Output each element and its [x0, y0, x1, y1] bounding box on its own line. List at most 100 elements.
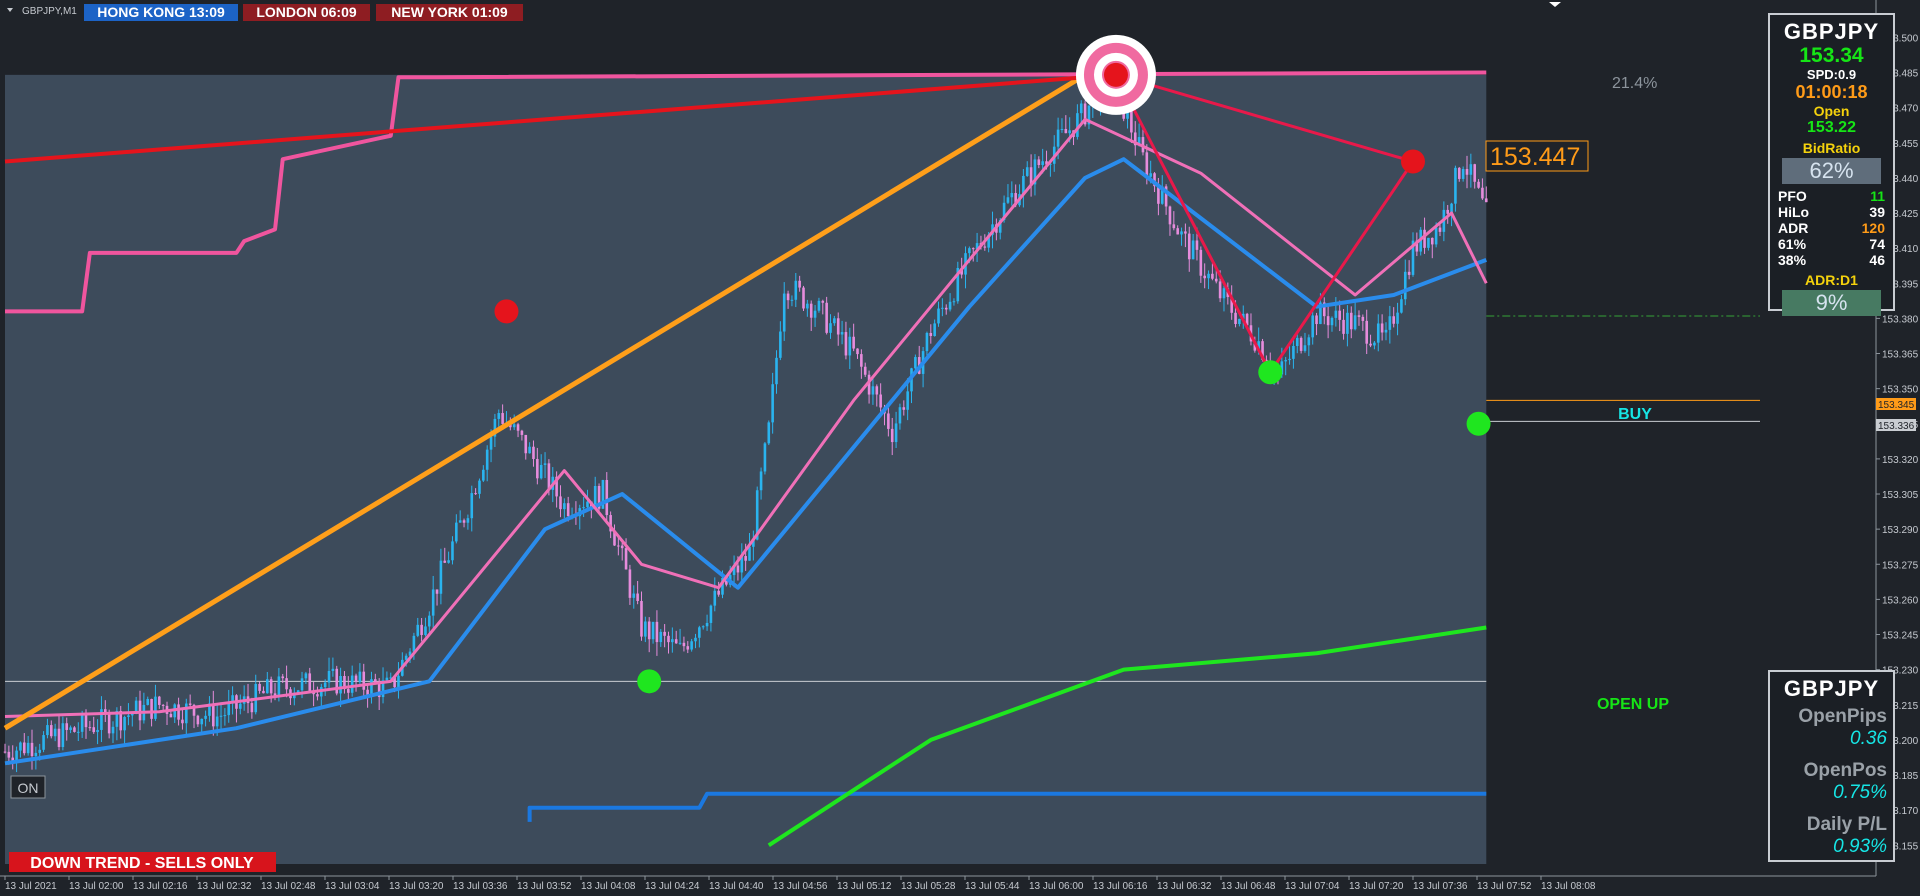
candle-body: [61, 723, 65, 748]
candle-body: [1214, 278, 1218, 282]
symbol-label: GBPJPY,M1: [22, 6, 77, 17]
info-stat-row: ADR 120: [1776, 220, 1887, 236]
candle-body: [1326, 316, 1330, 326]
candle-body: [420, 624, 423, 635]
candle-body: [169, 713, 173, 718]
open-up-label: OPEN UP: [1597, 696, 1669, 713]
candle-body: [617, 545, 620, 547]
x-tick-label: 13 Jul 04:40: [709, 881, 764, 892]
high-marker: [1400, 149, 1425, 174]
candle-body: [782, 293, 786, 332]
candle-body: [347, 689, 350, 693]
candle-body: [1168, 206, 1172, 225]
candle-body: [786, 293, 790, 301]
candle-body: [435, 589, 439, 594]
candle-body: [339, 675, 342, 694]
candle-body: [431, 589, 435, 616]
candle-body: [840, 332, 844, 335]
candle-body: [671, 639, 674, 643]
candle-body: [350, 675, 354, 693]
candle-body: [1427, 237, 1430, 248]
position-symbol: GBPJPY: [1783, 676, 1880, 701]
candle-body: [428, 615, 431, 627]
candle-body: [1199, 249, 1203, 276]
candle-body: [1130, 110, 1133, 133]
candle-body: [1299, 337, 1303, 351]
candle-body: [678, 642, 682, 644]
price-tag-2: 153.336: [1878, 421, 1915, 432]
candle-body: [1481, 187, 1484, 199]
candle-body: [478, 480, 481, 494]
y-tick-label: 153.380: [1882, 314, 1919, 325]
candle-body: [1041, 161, 1044, 165]
candle-body: [300, 678, 304, 691]
candle-body: [262, 690, 265, 694]
candle-body: [1076, 113, 1079, 137]
candle-body: [1288, 358, 1291, 361]
candle-body: [1006, 197, 1010, 203]
candle-body: [458, 520, 462, 523]
candle-body: [836, 318, 840, 335]
candle-body: [1176, 228, 1179, 235]
candle-body: [358, 671, 362, 682]
candle-body: [1400, 299, 1403, 313]
x-tick-label: 13 Jul 04:08: [581, 881, 636, 892]
candle-body: [127, 715, 130, 717]
x-tick-label: 13 Jul 04:56: [773, 881, 828, 892]
candle-body: [1365, 320, 1368, 344]
candle-body: [813, 310, 817, 318]
high-marker: [494, 299, 519, 324]
info-timer: 01:00:18: [1795, 82, 1868, 102]
candle-body: [582, 507, 585, 509]
candle-body: [767, 422, 771, 444]
candle-body: [215, 716, 219, 727]
open-pos-label: OpenPos: [1803, 760, 1887, 781]
candle-body: [794, 280, 798, 300]
candle-body: [451, 541, 454, 561]
candle-body: [806, 303, 809, 309]
x-tick-label: 13 Jul 03:04: [325, 881, 380, 892]
candle-body: [92, 727, 96, 733]
candle-body: [902, 407, 906, 410]
y-tick-label: 153.290: [1882, 525, 1919, 536]
candle-body: [1342, 319, 1345, 334]
candle-body: [898, 407, 902, 424]
candle-body: [1191, 240, 1195, 260]
candle-body: [636, 593, 639, 601]
info-stat-row: 61% 74: [1776, 236, 1887, 252]
x-tick-label: 13 Jul 02:16: [133, 881, 188, 892]
candle-body: [1469, 164, 1473, 175]
price-chart[interactable]: 153.500153.485153.470153.455153.440153.4…: [0, 0, 1920, 896]
candle-body: [227, 702, 231, 716]
candle-body: [941, 307, 944, 309]
candle-body: [455, 522, 458, 542]
candle-body: [825, 302, 828, 333]
x-tick-label: 13 Jul 07:20: [1349, 881, 1404, 892]
candle-body: [1473, 164, 1477, 182]
candle-body: [1187, 233, 1191, 260]
session-new-york: NEW YORK 01:09: [376, 4, 523, 21]
candle-body: [848, 336, 852, 356]
candle-body: [1392, 316, 1395, 324]
info-stat-row: 38% 46: [1776, 252, 1887, 268]
candle-body: [250, 703, 254, 713]
candle-body: [860, 354, 863, 367]
candle-body: [948, 301, 952, 310]
y-tick-label: 153.305: [1882, 490, 1919, 501]
candle-body: [397, 675, 400, 688]
info-stat-value: 39: [1869, 204, 1885, 220]
candle-body: [185, 703, 188, 724]
candle-body: [1037, 159, 1041, 165]
on-label: ON: [18, 780, 39, 796]
info-open-value: 153.22: [1807, 119, 1856, 136]
candle-body: [779, 331, 782, 358]
candle-body: [532, 446, 535, 459]
high-marker: [1103, 62, 1128, 87]
candle-body: [443, 560, 447, 563]
candle-body: [354, 675, 358, 682]
candle-body: [759, 471, 763, 491]
info-bid: 153.34: [1799, 44, 1864, 67]
candle-body: [798, 280, 801, 288]
candle-body: [933, 323, 936, 337]
candle-body: [266, 679, 269, 694]
